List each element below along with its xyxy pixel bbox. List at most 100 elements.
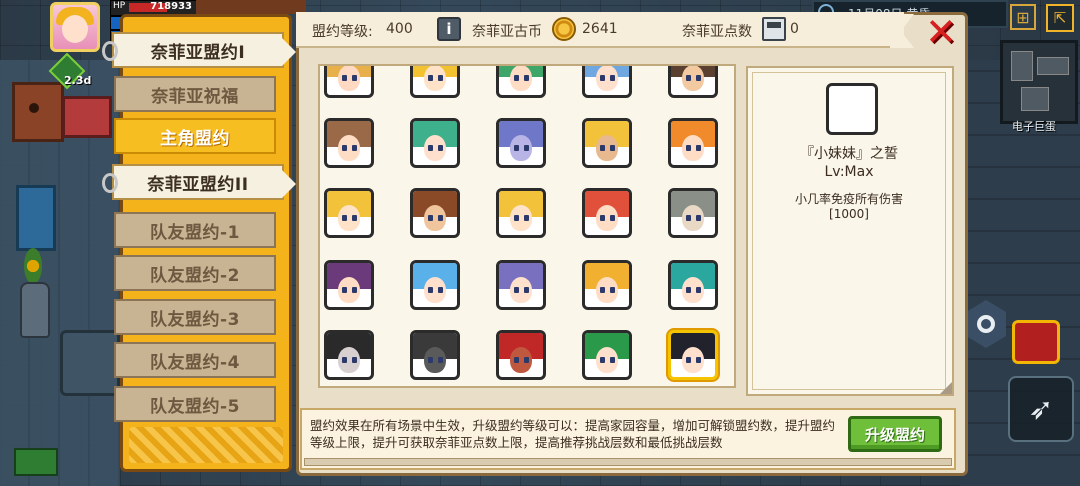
covenant-portrait[interactable] bbox=[324, 188, 374, 238]
exit-icon[interactable]: ⇱ bbox=[1046, 4, 1074, 32]
covenant-portrait[interactable] bbox=[582, 66, 632, 98]
portrait-eye bbox=[610, 75, 615, 81]
portrait-eye bbox=[514, 287, 519, 293]
globe-icon[interactable]: ⊞ bbox=[1010, 4, 1036, 30]
weapon-bow-icon[interactable]: ➶ bbox=[1008, 376, 1074, 442]
covenant-portrait[interactable] bbox=[496, 66, 546, 98]
covenant-portrait[interactable] bbox=[496, 330, 546, 380]
tab-item[interactable]: 队友盟约-3 bbox=[114, 299, 276, 335]
covenant-portrait[interactable] bbox=[582, 188, 632, 238]
covenant-portrait[interactable] bbox=[410, 188, 460, 238]
player-avatar[interactable] bbox=[50, 2, 100, 52]
circuit-board-icon bbox=[14, 448, 58, 476]
portrait-eye bbox=[610, 215, 615, 221]
covenant-portrait[interactable] bbox=[668, 118, 718, 168]
covenant-portrait[interactable] bbox=[496, 188, 546, 238]
portrait-eye bbox=[342, 145, 347, 151]
speed-value: 2.3d bbox=[64, 74, 92, 87]
close-icon[interactable]: ✕ bbox=[922, 13, 960, 52]
portrait-eye bbox=[428, 215, 433, 221]
tab-label: 奈菲亚祝福 bbox=[151, 86, 239, 107]
covenant-portrait[interactable] bbox=[324, 118, 374, 168]
covenant-grid bbox=[318, 64, 736, 388]
detail-title: 『小妹妹』之誓 bbox=[800, 146, 898, 162]
portrait-eye bbox=[696, 357, 701, 363]
tab-item[interactable]: 奈菲亚祝福 bbox=[114, 76, 276, 112]
tab-label: 奈菲亚盟约I bbox=[150, 42, 246, 63]
covenant-portrait[interactable] bbox=[324, 260, 374, 310]
portrait-eye bbox=[686, 215, 691, 221]
portrait-eye bbox=[610, 287, 615, 293]
minimap-label: 电子巨蛋 bbox=[1012, 120, 1056, 133]
covenant-portrait[interactable] bbox=[668, 260, 718, 310]
portrait-eye bbox=[686, 75, 691, 81]
portrait-eye bbox=[600, 145, 605, 151]
portrait-eye bbox=[600, 357, 605, 363]
upgrade-button[interactable]: 升级盟约 bbox=[848, 416, 942, 452]
minimap-room bbox=[1011, 51, 1033, 81]
covenant-portrait[interactable] bbox=[582, 118, 632, 168]
covenant-portrait[interactable] bbox=[410, 330, 460, 380]
covenant-portrait[interactable] bbox=[496, 118, 546, 168]
minimap[interactable] bbox=[1000, 40, 1078, 124]
covenant-portrait[interactable] bbox=[410, 66, 460, 98]
plant-decoration bbox=[24, 248, 42, 284]
portrait-eye bbox=[342, 75, 347, 81]
portrait-eye bbox=[342, 287, 347, 293]
treasure-chest-icon[interactable] bbox=[1012, 320, 1060, 364]
hp-label: HP bbox=[113, 1, 126, 11]
portrait-eye bbox=[514, 215, 519, 221]
portrait-eye bbox=[600, 75, 605, 81]
portrait-eye bbox=[696, 287, 701, 293]
points-icon bbox=[762, 17, 786, 41]
tab-label: 队友盟约-2 bbox=[150, 265, 240, 286]
level-value: 400 bbox=[386, 21, 413, 37]
coin-label: 奈菲亚古币 bbox=[472, 24, 542, 40]
portrait-eye bbox=[686, 357, 691, 363]
covenant-portrait[interactable] bbox=[668, 330, 718, 380]
detail-level: Lv:Max bbox=[824, 164, 874, 180]
portrait-eye bbox=[696, 75, 701, 81]
portrait-eye bbox=[514, 75, 519, 81]
covenant-portrait[interactable] bbox=[496, 260, 546, 310]
portrait-eye bbox=[696, 145, 701, 151]
joystick-pad[interactable] bbox=[60, 330, 120, 396]
binder-ring-icon bbox=[102, 173, 118, 193]
covenant-portrait[interactable] bbox=[410, 260, 460, 310]
covenant-portrait[interactable] bbox=[582, 260, 632, 310]
binder-ring-icon bbox=[102, 41, 118, 61]
machine-furniture bbox=[62, 96, 112, 138]
info-icon[interactable]: i bbox=[437, 17, 461, 41]
portrait-eye bbox=[610, 145, 615, 151]
points-label: 奈菲亚点数 bbox=[682, 24, 752, 40]
footer-text: 盟约效果在所有场景中生效，升级盟约等级可以：提高家园容量，增加可解锁盟约数，提升… bbox=[310, 418, 836, 450]
tab-item[interactable]: 队友盟约-5 bbox=[114, 386, 276, 422]
covenant-portrait[interactable] bbox=[324, 66, 374, 98]
portrait-eye bbox=[438, 357, 443, 363]
tab-item[interactable]: 队友盟约-4 bbox=[114, 342, 276, 378]
covenant-portrait[interactable] bbox=[668, 66, 718, 98]
avatar-face bbox=[62, 15, 88, 43]
portrait-eye bbox=[610, 357, 615, 363]
tab-item[interactable]: 队友盟约-1 bbox=[114, 212, 276, 248]
tab-item[interactable]: 奈菲亚盟约I bbox=[102, 32, 296, 68]
portrait-eye bbox=[352, 357, 357, 363]
points-value: 0 bbox=[790, 21, 799, 37]
minimap-room bbox=[1037, 57, 1069, 75]
portrait-eye bbox=[600, 287, 605, 293]
tab-item[interactable]: 主角盟约 bbox=[114, 118, 276, 154]
portrait-eye bbox=[686, 287, 691, 293]
portrait-eye bbox=[524, 357, 529, 363]
hp-value: 718933 bbox=[150, 1, 192, 12]
covenant-portrait[interactable] bbox=[668, 188, 718, 238]
portrait-eye bbox=[342, 357, 347, 363]
tab-item[interactable]: 奈菲亚盟约II bbox=[102, 164, 296, 200]
coin-icon bbox=[552, 17, 576, 41]
tab-item[interactable]: 队友盟约-2 bbox=[114, 255, 276, 291]
covenant-portrait[interactable] bbox=[324, 330, 374, 380]
portrait-eye bbox=[438, 215, 443, 221]
detail-portrait bbox=[826, 83, 878, 135]
portrait-eye bbox=[600, 215, 605, 221]
covenant-portrait[interactable] bbox=[582, 330, 632, 380]
covenant-portrait[interactable] bbox=[410, 118, 460, 168]
